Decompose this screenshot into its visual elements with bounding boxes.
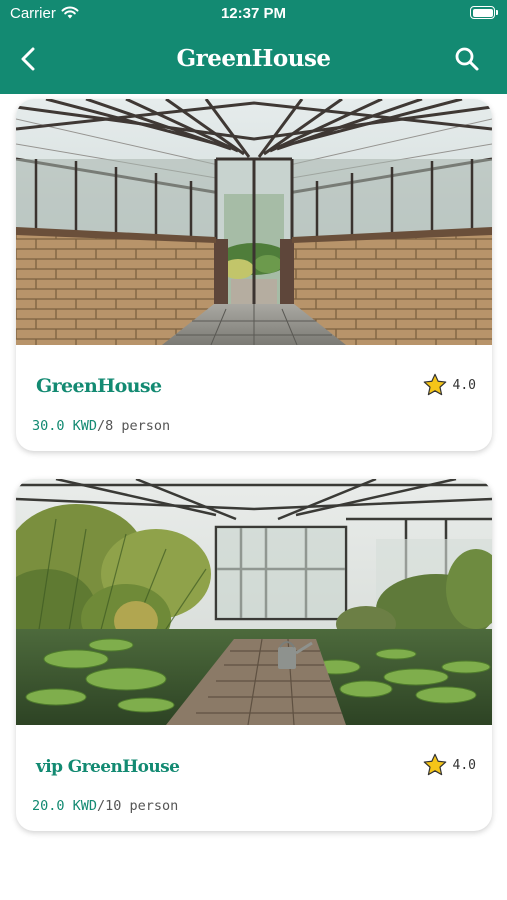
price-line: 30.0 KWD/8 person [32, 418, 170, 434]
star-icon [423, 753, 446, 776]
search-icon [455, 47, 479, 71]
greenhouse-list[interactable]: GreenHouse 4.0 30.0 KWD/8 person vip Gre… [0, 94, 507, 900]
star-icon [423, 373, 446, 396]
listing-photo [16, 99, 492, 345]
listing-title: GreenHouse [36, 375, 162, 397]
navigation-bar: GreenHouse [0, 28, 507, 94]
price-line: 20.0 KWD/10 person [32, 798, 178, 814]
rating: 4.0 [422, 373, 476, 398]
app-header: Carrier 12:37 PM GreenHouse [0, 0, 507, 94]
rating-value: 4.0 [452, 378, 476, 393]
price: 30.0 KWD [32, 418, 98, 434]
rating-value: 4.0 [452, 758, 476, 773]
capacity: /8 person [97, 418, 171, 434]
search-button[interactable] [449, 41, 485, 77]
capacity: /10 person [97, 798, 179, 814]
page-title: GreenHouse [176, 45, 331, 72]
listing-card[interactable]: GreenHouse 4.0 30.0 KWD/8 person [16, 99, 492, 451]
listing-photo [16, 479, 492, 725]
rating: 4.0 [422, 753, 476, 778]
battery-icon [470, 6, 498, 19]
listing-card[interactable]: vip GreenHouse 4.0 20.0 KWD/10 person [16, 479, 492, 831]
price: 20.0 KWD [32, 798, 98, 814]
status-time: 12:37 PM [220, 5, 287, 22]
status-bar: Carrier 12:37 PM [0, 0, 507, 28]
listing-title: vip GreenHouse [36, 757, 180, 777]
